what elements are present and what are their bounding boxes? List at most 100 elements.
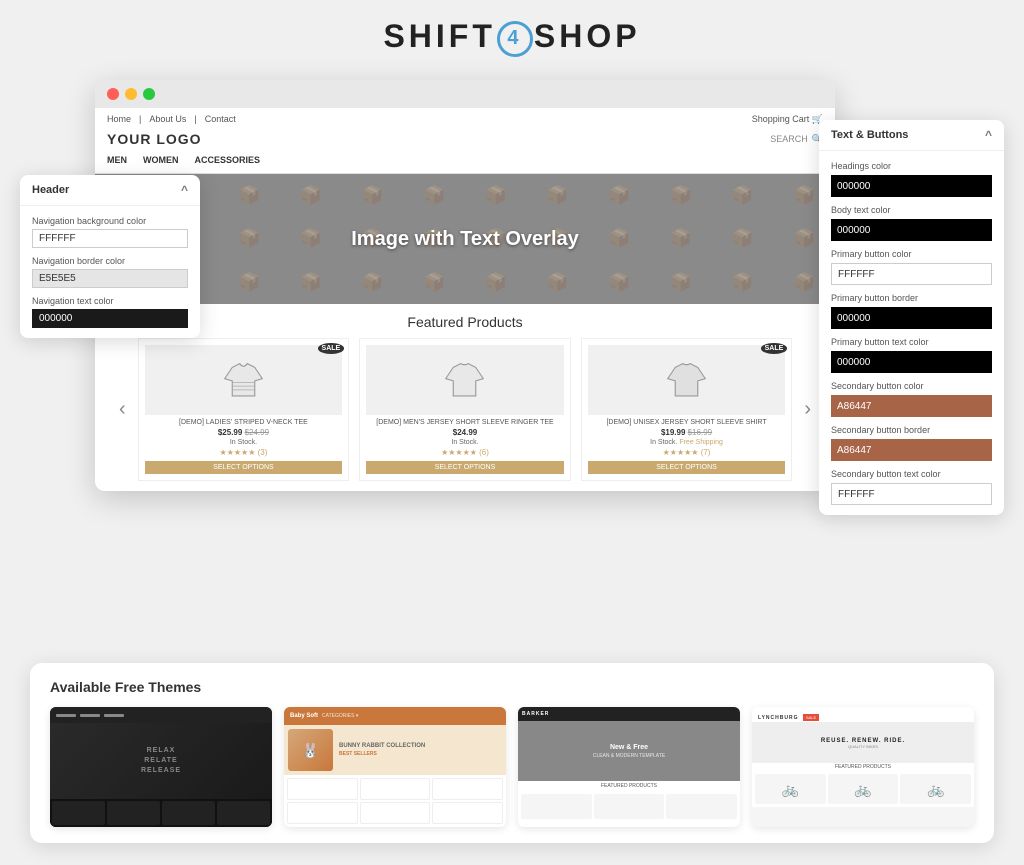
sale-badge-1: SALE — [318, 343, 345, 354]
nav-border-input[interactable]: E5E5E5 — [32, 269, 188, 288]
store-search[interactable]: SEARCH 🔍 — [770, 134, 823, 145]
panel-text-buttons: Text & Buttons ^ Headings color 000000 B… — [819, 120, 1004, 515]
product-name-3: [DEMO] UNISEX JERSEY SHORT SLEEVE SHIRT — [588, 419, 786, 426]
themes-section: Available Free Themes RELAXRELATERELEASE — [30, 663, 994, 843]
featured-title: Featured Products — [115, 314, 815, 330]
panel-right-content: Headings color 000000 Body text color 00… — [819, 151, 1004, 515]
secondary-btn-text-label: Secondary button text color — [831, 469, 992, 479]
theme-bike-header: LYNCHBURG SALE — [752, 707, 974, 723]
bike-logo: LYNCHBURG — [758, 715, 798, 721]
theme-bike-hero: REUSE. RENEW. RIDE. QUALITY BIKES — [752, 723, 974, 763]
browser-titlebar — [95, 80, 835, 108]
store-main-nav: MEN WOMEN ACCESSORIES — [107, 151, 823, 169]
primary-btn-color-swatch[interactable]: FFFFFF — [831, 263, 992, 285]
clean-hero-subtext: CLEAN & MODERN TEMPLATE — [593, 753, 665, 759]
store-logo-row: YOUR LOGO SEARCH 🔍 — [107, 127, 823, 151]
secondary-btn-color-label: Secondary button color — [831, 381, 992, 391]
product-stars-3: ★★★★★ (7) — [588, 448, 786, 457]
theme-dark-header — [50, 707, 272, 723]
nav-link-home[interactable]: Home — [107, 114, 131, 125]
page-wrapper: SHIFT4SHOP Home | About Us | Contact Sho… — [0, 0, 1024, 865]
carousel-arrow-right[interactable]: › — [800, 398, 815, 421]
primary-btn-text-swatch[interactable]: 000000 — [831, 351, 992, 373]
nav-women[interactable]: WOMEN — [143, 155, 179, 165]
headings-color-label: Headings color — [831, 161, 992, 171]
themes-grid: RELAXRELATERELEASE Baby Soft CATEGORIES … — [50, 707, 974, 827]
nav-text-label: Navigation text color — [32, 296, 188, 306]
primary-btn-color-label: Primary button color — [831, 249, 992, 259]
secondary-btn-border-label: Secondary button border — [831, 425, 992, 435]
secondary-btn-text-swatch[interactable]: FFFFFF — [831, 483, 992, 505]
theme-card-baby-soft[interactable]: Baby Soft CATEGORIES ▾ 🐰 BUNNY RABBIT CO… — [284, 707, 506, 827]
primary-btn-border-label: Primary button border — [831, 293, 992, 303]
clean-hero-text: New & Free — [610, 743, 648, 753]
bike-product-1: 🚲 — [755, 774, 826, 804]
product-stars-1: ★★★★★ (3) — [145, 448, 343, 457]
primary-btn-text-label: Primary button text color — [831, 337, 992, 347]
theme-clean-header: BARKER — [518, 707, 740, 721]
nav-bg-input[interactable]: FFFFFF — [32, 229, 188, 248]
product-card-3: SALE [DEMO] UNISEX JERSEY SHORT SLEEVE S… — [581, 338, 793, 481]
cart-link[interactable]: Shopping Cart 🛒 — [752, 114, 823, 125]
bike-logo-badge: SALE — [803, 714, 819, 721]
nav-link-separator: | — [139, 114, 141, 125]
theme-dark-products — [50, 799, 272, 827]
product-name-1: [DEMO] LADIES' STRIPED V-NECK TEE — [145, 419, 343, 426]
nav-accessories[interactable]: ACCESSORIES — [195, 155, 261, 165]
theme-baby-hero: 🐰 BUNNY RABBIT COLLECTION BEST SELLERS — [284, 725, 506, 775]
product-image-3 — [588, 345, 786, 415]
headings-color-swatch[interactable]: 000000 — [831, 175, 992, 197]
panel-header-content: Navigation background color FFFFFF Navig… — [20, 206, 200, 338]
product-name-2: [DEMO] MEN'S JERSEY SHORT SLEEVE RINGER … — [366, 419, 564, 426]
theme-baby-header: Baby Soft CATEGORIES ▾ — [284, 707, 506, 725]
nav-link-about[interactable]: About Us — [149, 114, 186, 125]
select-options-btn-1[interactable]: SELECT OPTIONS — [145, 461, 343, 474]
select-options-btn-2[interactable]: SELECT OPTIONS — [366, 461, 564, 474]
bike-hero-sub: QUALITY BIKES — [848, 744, 878, 749]
select-options-btn-3[interactable]: SELECT OPTIONS — [588, 461, 786, 474]
sale-badge-3: SALE — [761, 343, 788, 354]
products-row: ‹ SALE [DEMO] LADIES — [115, 338, 815, 481]
nav-link-contact[interactable]: Contact — [205, 114, 236, 125]
theme-dark-hero-text: RELAXRELATERELEASE — [141, 746, 181, 775]
browser-mockup: Home | About Us | Contact Shopping Cart … — [95, 80, 835, 491]
body-text-swatch[interactable]: 000000 — [831, 219, 992, 241]
nav-bg-label: Navigation background color — [32, 216, 188, 226]
theme-dark-hero: RELAXRELATERELEASE — [50, 723, 272, 799]
product-stars-2: ★★★★★ (6) — [366, 448, 564, 457]
nav-border-label: Navigation border color — [32, 256, 188, 266]
themes-title: Available Free Themes — [50, 679, 974, 695]
theme-clean-products — [518, 791, 740, 822]
secondary-btn-color-swatch[interactable]: A86447 — [831, 395, 992, 417]
product-image-2 — [366, 345, 564, 415]
browser-dot-yellow — [125, 88, 137, 100]
nav-text-input[interactable]: 000000 — [32, 309, 188, 328]
theme-card-bike[interactable]: LYNCHBURG SALE REUSE. RENEW. RIDE. QUALI… — [752, 707, 974, 827]
browser-dot-green — [143, 88, 155, 100]
product-card-1: SALE [DEMO] LADIES' STRIPED V-NECK TEE — [138, 338, 350, 481]
nav-men[interactable]: MEN — [107, 155, 127, 165]
product-stock-3: In Stock. Free Shipping — [588, 439, 786, 446]
theme-card-clean[interactable]: BARKER New & Free CLEAN & MODERN TEMPLAT… — [518, 707, 740, 827]
products-grid: SALE [DEMO] LADIES' STRIPED V-NECK TEE — [138, 338, 793, 481]
product-price-2: $24.99 — [366, 428, 564, 437]
carousel-arrow-left[interactable]: ‹ — [115, 398, 130, 421]
product-price-3: $19.99 $16.99 — [588, 428, 786, 437]
theme-card-dark[interactable]: RELAXRELATERELEASE — [50, 707, 272, 827]
theme-clean-hero: New & Free CLEAN & MODERN TEMPLATE — [518, 721, 740, 781]
secondary-btn-border-swatch[interactable]: A86447 — [831, 439, 992, 461]
body-text-label: Body text color — [831, 205, 992, 215]
panel-right-chevron[interactable]: ^ — [985, 128, 992, 142]
store-nav-links: Home | About Us | Contact — [107, 114, 236, 125]
baby-hero-image: 🐰 — [288, 729, 333, 771]
product-card-2: [DEMO] MEN'S JERSEY SHORT SLEEVE RINGER … — [359, 338, 571, 481]
panel-header-settings: Header ^ Navigation background color FFF… — [20, 175, 200, 338]
primary-btn-border-swatch[interactable]: 000000 — [831, 307, 992, 329]
hero-text: Image with Text Overlay — [351, 228, 579, 251]
baby-soft-logo: Baby Soft — [290, 713, 318, 719]
panel-header-chevron[interactable]: ^ — [181, 183, 188, 197]
nav-link-separator2: | — [194, 114, 196, 125]
theme-bike-products: 🚲 🚲 🚲 — [752, 771, 974, 807]
product-stock-2: In Stock. — [366, 439, 564, 446]
panel-text-buttons-title: Text & Buttons ^ — [819, 120, 1004, 151]
